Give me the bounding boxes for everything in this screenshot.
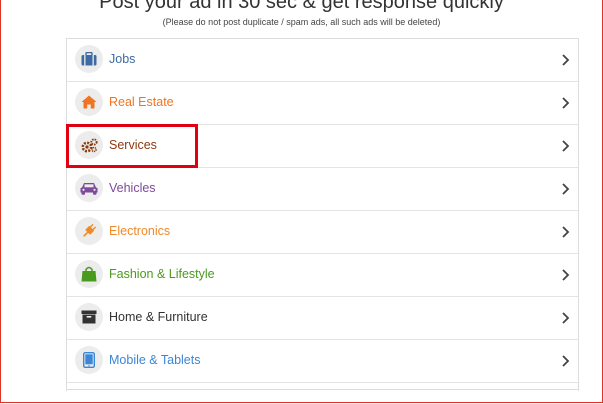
chevron-right-icon [562, 355, 570, 367]
category-item-jobs[interactable]: Jobs [67, 39, 578, 82]
category-item-vehicles[interactable]: Vehicles [67, 168, 578, 211]
tablet-icon [75, 346, 103, 374]
category-item-real-estate[interactable]: Real Estate [67, 82, 578, 125]
category-item-home-furniture[interactable]: Home & Furniture [67, 297, 578, 340]
category-label: Jobs [109, 52, 136, 66]
category-label: Fashion & Lifestyle [109, 267, 215, 281]
category-label: Electronics [109, 224, 171, 238]
box-icon [75, 303, 103, 331]
category-item-mobile-tablets[interactable]: Mobile & Tablets [67, 340, 578, 383]
chevron-right-icon [562, 312, 570, 324]
shopping-bag-icon [75, 260, 103, 288]
highlight-box [66, 124, 198, 168]
category-item-electronics[interactable]: Electronics [67, 211, 578, 254]
briefcase-icon [75, 45, 103, 73]
category-item-fashion[interactable]: Fashion & Lifestyle [67, 254, 578, 297]
page-title: Post your ad in 30 sec & get response qu… [99, 0, 504, 13]
category-list: Jobs Real Estate Services Vehicles Elect… [66, 38, 579, 391]
plug-icon [75, 217, 103, 245]
page-subtitle: (Please do not post duplicate / spam ads… [162, 17, 441, 27]
chevron-right-icon [562, 140, 570, 152]
category-label: Mobile & Tablets [109, 353, 201, 367]
house-icon [75, 88, 103, 116]
chevron-right-icon [562, 97, 570, 109]
chevron-right-icon [562, 226, 570, 238]
chevron-right-icon [562, 183, 570, 195]
chevron-right-icon [562, 54, 570, 66]
car-icon [75, 174, 103, 202]
category-label: Home & Furniture [109, 310, 208, 324]
list-bottom-divider [66, 389, 579, 390]
category-label: Real Estate [109, 95, 174, 109]
category-label: Vehicles [109, 181, 156, 195]
chevron-right-icon [562, 269, 570, 281]
